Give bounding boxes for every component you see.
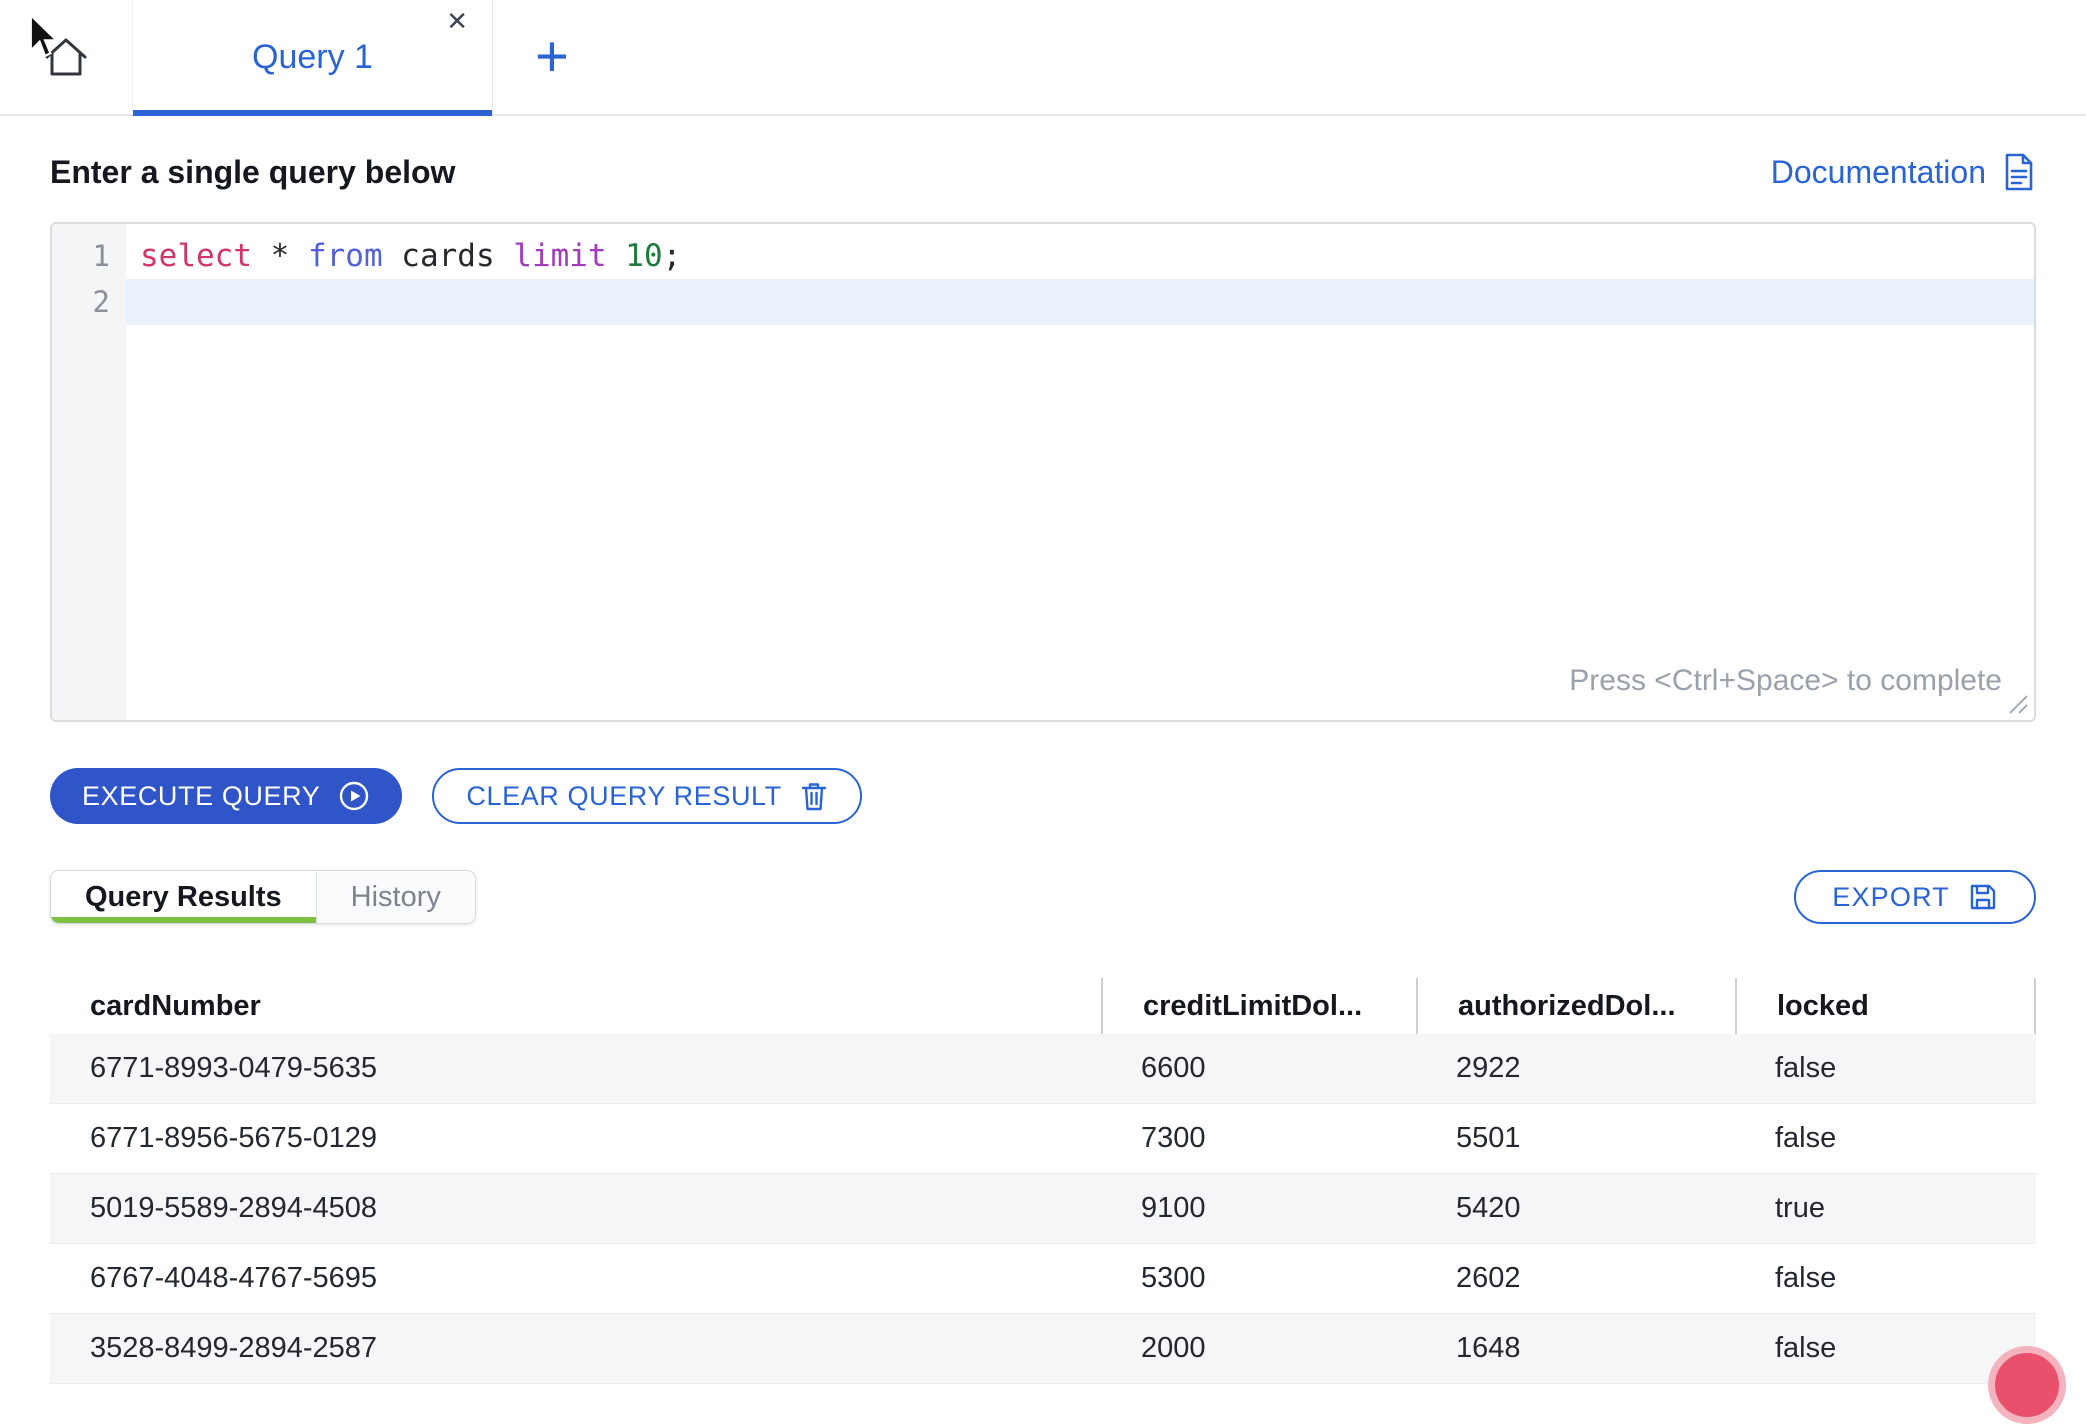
sql-query-tool: Query 1 ✕ + Enter a single query below D… xyxy=(0,0,2086,1384)
table-row[interactable]: 6771-8956-5675-0129 7300 5501 false xyxy=(50,1104,2036,1174)
autocomplete-hint: Press <Ctrl+Space> to complete xyxy=(1569,658,2002,704)
sql-editor[interactable]: 1 2 select * from cards limit 10; Press … xyxy=(50,222,2036,722)
cell-cardnumber: 6767-4048-4767-5695 xyxy=(50,1262,1101,1295)
sql-number: 10 xyxy=(625,238,662,274)
document-icon xyxy=(2002,152,2036,192)
main-content: Enter a single query below Documentation… xyxy=(0,152,2086,1384)
results-tab-group: Query Results History xyxy=(50,870,476,924)
sql-text xyxy=(607,238,626,274)
cell-creditlimit: 7300 xyxy=(1101,1122,1416,1155)
cell-authorized: 2922 xyxy=(1416,1052,1735,1085)
column-header-creditlimit[interactable]: creditLimitDol... xyxy=(1101,978,1416,1034)
save-icon xyxy=(1968,882,1998,912)
documentation-link[interactable]: Documentation xyxy=(1771,152,2036,192)
documentation-label: Documentation xyxy=(1771,154,1986,191)
trash-icon xyxy=(800,780,828,812)
clear-query-result-button[interactable]: CLEAR QUERY RESULT xyxy=(432,768,861,824)
cell-cardnumber: 6771-8993-0479-5635 xyxy=(50,1052,1101,1085)
table-row[interactable]: 6771-8993-0479-5635 6600 2922 false xyxy=(50,1034,2036,1104)
tab-history[interactable]: History xyxy=(316,871,475,923)
table-row[interactable]: 6767-4048-4767-5695 5300 2602 false xyxy=(50,1244,2036,1314)
cell-cardnumber: 3528-8499-2894-2587 xyxy=(50,1332,1101,1365)
home-button[interactable] xyxy=(0,0,133,114)
tab-history-label: History xyxy=(351,881,441,914)
query-actions: EXECUTE QUERY CLEAR QUERY RESULT xyxy=(50,768,2036,824)
tab-query-results[interactable]: Query Results xyxy=(51,871,316,923)
close-tab-icon[interactable]: ✕ xyxy=(446,8,468,34)
cell-authorized: 2602 xyxy=(1416,1262,1735,1295)
cell-locked: false xyxy=(1735,1332,2036,1365)
column-header-cardnumber[interactable]: cardNumber xyxy=(50,978,1101,1034)
line-number: 1 xyxy=(52,233,126,279)
query-results-table: cardNumber creditLimitDol... authorizedD… xyxy=(50,978,2036,1384)
cell-locked: false xyxy=(1735,1122,2036,1155)
editor-code-area[interactable]: select * from cards limit 10; Press <Ctr… xyxy=(126,224,2034,720)
code-line-1: select * from cards limit 10; xyxy=(126,233,2034,279)
cell-cardnumber: 6771-8956-5675-0129 xyxy=(50,1122,1101,1155)
play-circle-icon xyxy=(338,780,370,812)
cell-authorized: 1648 xyxy=(1416,1332,1735,1365)
table-row[interactable]: 5019-5589-2894-4508 9100 5420 true xyxy=(50,1174,2036,1244)
export-label: EXPORT xyxy=(1832,882,1950,913)
page-title: Enter a single query below xyxy=(50,154,455,191)
line-number: 2 xyxy=(52,279,126,325)
resize-handle-icon[interactable] xyxy=(2006,692,2030,716)
home-icon xyxy=(41,34,91,80)
sql-text: ; xyxy=(663,238,682,274)
cell-authorized: 5420 xyxy=(1416,1192,1735,1225)
column-header-locked[interactable]: locked xyxy=(1735,978,2036,1034)
tab-query-results-label: Query Results xyxy=(85,881,282,914)
tab-query-1-label: Query 1 xyxy=(252,38,373,77)
sql-text: * xyxy=(252,238,308,274)
sql-keyword: select xyxy=(140,238,252,274)
cell-creditlimit: 5300 xyxy=(1101,1262,1416,1295)
results-bar: Query Results History EXPORT xyxy=(50,870,2036,924)
editor-gutter: 1 2 xyxy=(52,224,126,720)
cell-creditlimit: 6600 xyxy=(1101,1052,1416,1085)
cell-locked: true xyxy=(1735,1192,2036,1225)
cell-authorized: 5501 xyxy=(1416,1122,1735,1155)
active-results-tab-indicator xyxy=(51,917,316,923)
cell-locked: false xyxy=(1735,1052,2036,1085)
tab-bar: Query 1 ✕ + xyxy=(0,0,2086,116)
table-header: cardNumber creditLimitDol... authorizedD… xyxy=(50,978,2036,1034)
clear-query-result-label: CLEAR QUERY RESULT xyxy=(466,781,781,812)
execute-query-button[interactable]: EXECUTE QUERY xyxy=(50,768,402,824)
cell-creditlimit: 2000 xyxy=(1101,1332,1416,1365)
new-tab-button[interactable]: + xyxy=(535,31,569,83)
cell-creditlimit: 9100 xyxy=(1101,1192,1416,1225)
tab-query-1[interactable]: Query 1 ✕ xyxy=(133,0,493,114)
cell-cardnumber: 5019-5589-2894-4508 xyxy=(50,1192,1101,1225)
floating-action-button[interactable] xyxy=(1988,1346,2066,1424)
sql-keyword: from xyxy=(308,238,383,274)
sql-keyword: limit xyxy=(513,238,606,274)
active-tab-indicator xyxy=(133,110,492,116)
sql-text: cards xyxy=(383,238,514,274)
cell-locked: false xyxy=(1735,1262,2036,1295)
export-button[interactable]: EXPORT xyxy=(1794,870,2036,924)
column-header-authorized[interactable]: authorizedDol... xyxy=(1416,978,1735,1034)
table-row[interactable]: 3528-8499-2894-2587 2000 1648 false xyxy=(50,1314,2036,1384)
code-line-2-active[interactable] xyxy=(126,279,2034,325)
execute-query-label: EXECUTE QUERY xyxy=(82,781,320,812)
query-panel-header: Enter a single query below Documentation xyxy=(50,152,2036,192)
